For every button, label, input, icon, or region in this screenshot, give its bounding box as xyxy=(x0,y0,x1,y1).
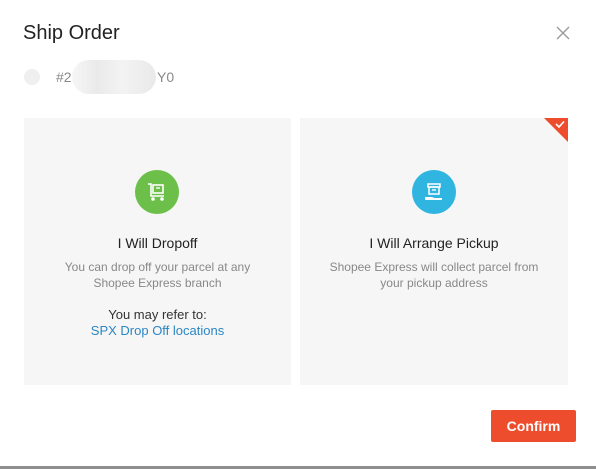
order-id: #2 Y0 xyxy=(56,60,186,94)
order-id-suffix: Y0 xyxy=(157,69,175,85)
dropoff-refer-label: You may refer to: xyxy=(108,307,207,322)
dropoff-locations-link[interactable]: SPX Drop Off locations xyxy=(24,323,291,339)
dropoff-title: I Will Dropoff xyxy=(117,235,198,251)
order-id-redaction xyxy=(72,60,156,94)
cart-dolly-icon xyxy=(148,183,164,201)
dropoff-description: You can drop off your parcel at any Shop… xyxy=(64,260,251,290)
box-hand-icon xyxy=(425,183,442,200)
order-avatar xyxy=(24,69,40,85)
selected-check-icon xyxy=(544,118,568,142)
close-icon xyxy=(556,26,570,40)
close-button[interactable] xyxy=(552,22,574,44)
option-dropoff-card[interactable]: I Will Dropoff You can drop off your par… xyxy=(24,118,291,385)
order-id-prefix: #2 xyxy=(56,69,72,85)
confirm-button[interactable]: Confirm xyxy=(491,410,576,442)
dialog-title: Ship Order xyxy=(23,22,120,44)
pickup-icon-badge xyxy=(412,170,456,214)
pickup-title: I Will Arrange Pickup xyxy=(369,235,499,251)
order-row: #2 Y0 xyxy=(24,60,186,94)
pickup-description: Shopee Express will collect parcel from … xyxy=(329,260,539,290)
dropoff-icon-badge xyxy=(135,170,179,214)
ship-order-dialog: Ship Order #2 Y0 I Will Dropoff You can … xyxy=(0,0,596,469)
option-pickup-card[interactable]: I Will Arrange Pickup Shopee Express wil… xyxy=(300,118,568,385)
